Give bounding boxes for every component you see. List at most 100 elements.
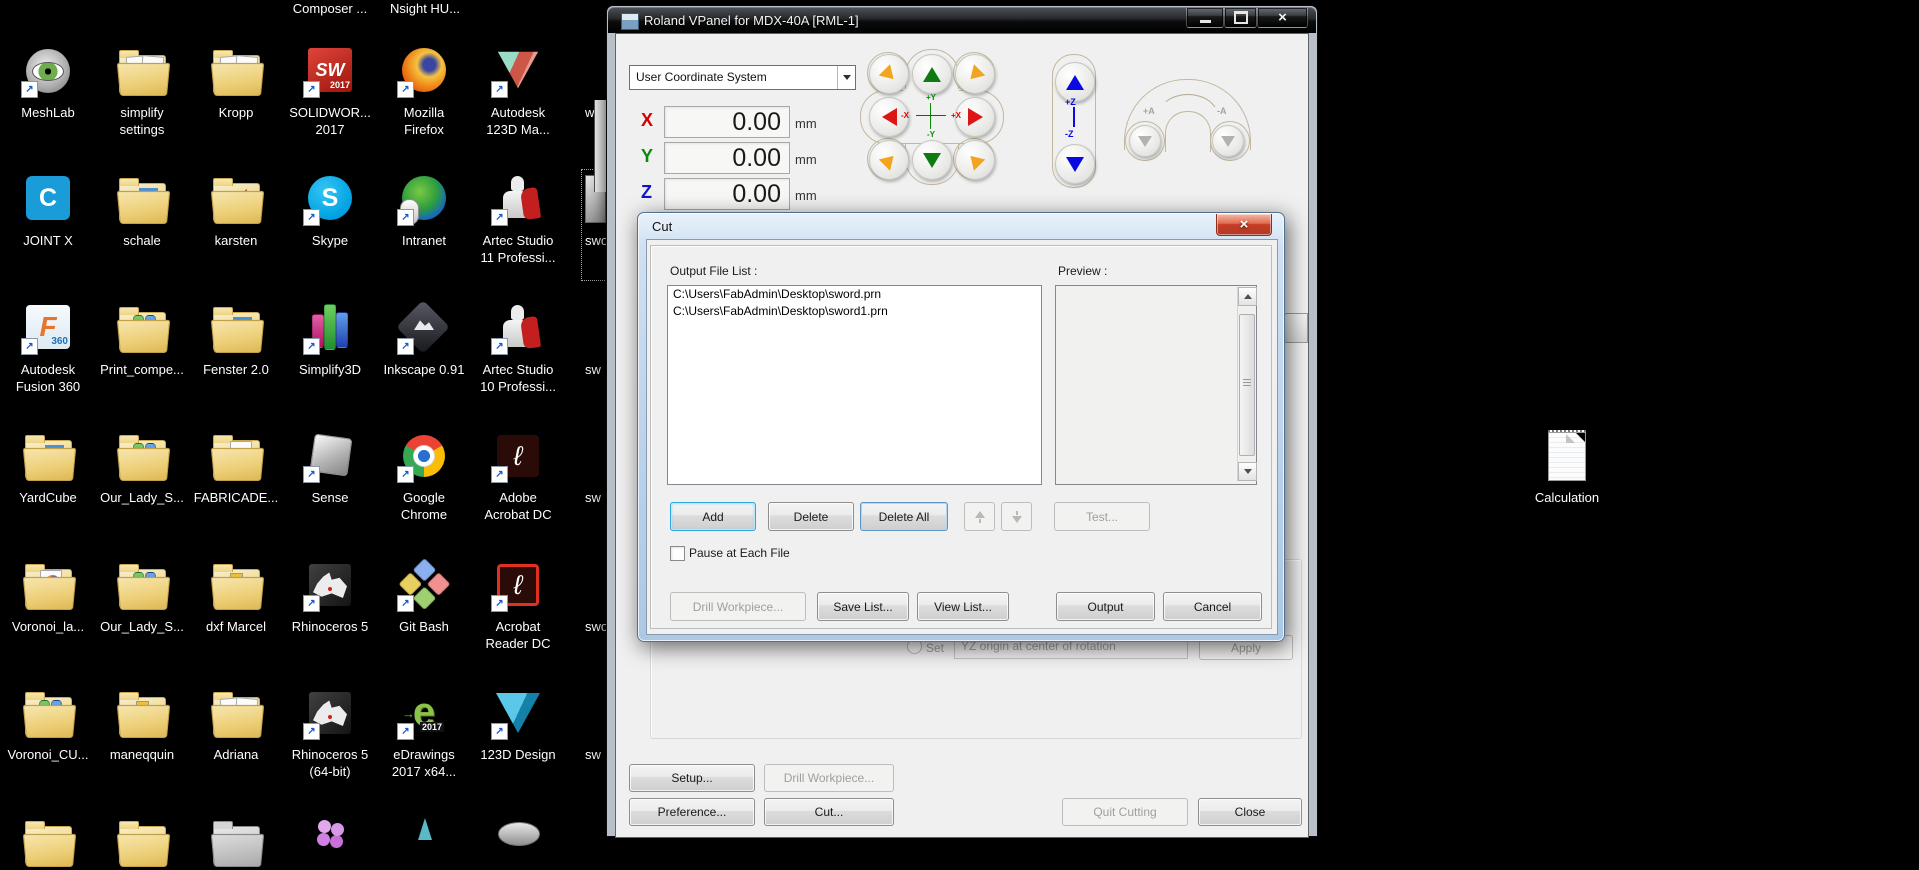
maximize-button[interactable] — [1224, 8, 1257, 28]
desktop-icon-our-lady-s[interactable]: Our_Lady_S... — [95, 428, 189, 506]
view-list-button[interactable]: View List... — [917, 592, 1009, 621]
desktop-icon-artec-studio-10-professi[interactable]: ↗ Artec Studio 10 Professi... — [471, 300, 565, 395]
file-list-item[interactable]: C:\Users\FabAdmin\Desktop\sword1.prn — [668, 303, 1041, 320]
desktop-icon-kropp[interactable]: Kropp — [189, 43, 283, 121]
desktop-icon-skype[interactable]: S ↗ Skype — [283, 171, 377, 249]
scrollbar-thumb[interactable] — [1239, 314, 1255, 456]
desktop-icon-label-partial[interactable]: swo — [585, 619, 608, 634]
vpanel-titlebar[interactable]: Roland VPanel for MDX-40A [RML-1] × — [608, 7, 1316, 33]
desktop-icon-adriana[interactable]: Adriana — [189, 685, 283, 763]
desktop-icon-calculation[interactable]: Calculation — [1520, 428, 1614, 506]
jog-x-plus-button[interactable] — [955, 97, 995, 137]
desktop-icon-acrobat-reader-dc[interactable]: ℓ ↗ Acrobat Reader DC — [471, 557, 565, 652]
desktop-icon-label: Calculation — [1534, 490, 1600, 505]
desktop-icon-rhinoceros-5[interactable]: ↗ Rhinoceros 5 — [283, 557, 377, 635]
desktop-icon-intranet[interactable]: ↗ Intranet — [377, 171, 471, 249]
cut-dialog-title: Cut — [652, 219, 673, 234]
desktop-icon-adobe-acrobat-dc[interactable]: ℓ ↗ Adobe Acrobat DC — [471, 428, 565, 523]
dropdown-button[interactable] — [837, 66, 855, 89]
move-up-button[interactable] — [964, 502, 995, 531]
desktop-icon-edrawings-2017-x64[interactable]: e 2017 → ↗ eDrawings 2017 x64... — [377, 685, 471, 780]
desktop-icon-folder[interactable] — [1, 814, 95, 870]
drill-workpiece-button[interactable]: Drill Workpiece... — [764, 764, 894, 792]
minimize-button[interactable] — [1186, 8, 1224, 28]
desktop-icon-print-compe[interactable]: Print_compe... — [95, 300, 189, 378]
desktop-icon-drop[interactable] — [377, 814, 471, 870]
quit-cutting-button[interactable]: Quit Cutting — [1062, 798, 1188, 826]
desktop-icon-simplify-settings[interactable]: simplify settings — [95, 43, 189, 138]
desktop-icon-yardcube[interactable]: YardCube — [1, 428, 95, 506]
desktop-icon-meshlab[interactable]: ↗ MeshLab — [1, 43, 95, 121]
desktop-icon-label: Inkscape 0.91 — [383, 362, 465, 377]
cancel-button[interactable]: Cancel — [1163, 592, 1262, 621]
preference-button[interactable]: Preference... — [629, 798, 755, 826]
desktop-icon-label-partial[interactable]: sw — [585, 747, 601, 762]
output-button[interactable]: Output — [1056, 592, 1155, 621]
desktop-icon-maneqquin[interactable]: maneqquin — [95, 685, 189, 763]
desktop-icon-autodesk-fusion-360[interactable]: F 360 ↗ Autodesk Fusion 360 — [1, 300, 95, 395]
delete-all-button[interactable]: Delete All — [860, 502, 948, 531]
test-button[interactable]: Test... — [1054, 502, 1150, 531]
desktop-icon-bowl[interactable] — [471, 814, 565, 870]
desktop-icon-dxf-marcel[interactable]: dxf Marcel — [189, 557, 283, 635]
cut-dialog-close-button[interactable]: × — [1216, 214, 1272, 236]
output-file-listbox[interactable]: C:\Users\FabAdmin\Desktop\sword.prn C:\U… — [667, 285, 1042, 485]
preview-scrollbar[interactable] — [1237, 287, 1257, 481]
desktop-icon-label: Google Chrome — [400, 490, 448, 522]
shortcut-arrow-icon: ↗ — [491, 723, 508, 740]
cut-button[interactable]: Cut... — [764, 798, 894, 826]
pause-checkbox[interactable] — [670, 546, 685, 561]
close-button[interactable]: × — [1257, 8, 1308, 28]
jog-y-plus-button[interactable] — [912, 54, 952, 94]
desktop-icon-git-bash[interactable]: ↗ Git Bash — [377, 557, 471, 635]
desktop-icon-sense[interactable]: ↗ Sense — [283, 428, 377, 506]
desktop-icon-mozilla-firefox[interactable]: ↗ Mozilla Firefox — [377, 43, 471, 138]
desktop-icon-label-partial[interactable]: sw — [585, 490, 601, 505]
axis-x-value: 0.00 — [732, 108, 781, 136]
desktop-icon-label-partial[interactable]: Nsight HU... — [360, 1, 490, 16]
jog-a-plus-button-disabled[interactable] — [1129, 125, 1161, 157]
scroll-up-button[interactable] — [1238, 287, 1257, 306]
setup-button[interactable]: Setup... — [629, 764, 755, 792]
desktop-icon-inkscape-0-91[interactable]: ↗ Inkscape 0.91 — [377, 300, 471, 378]
coordinate-system-select[interactable]: User Coordinate System — [629, 65, 856, 90]
jog-diagonal-up-right-button[interactable] — [955, 54, 995, 94]
desktop-icon-folder-grey[interactable] — [189, 814, 283, 870]
desktop-icon-google-chrome[interactable]: ↗ Google Chrome — [377, 428, 471, 523]
desktop-icon-voronoi-la[interactable]: Voronoi_la... — [1, 557, 95, 635]
close-vpanel-button[interactable]: Close — [1198, 798, 1302, 826]
desktop-icon-voronoi-cu[interactable]: Voronoi_CU... — [1, 685, 95, 763]
add-button[interactable]: Add — [670, 502, 756, 531]
save-list-button[interactable]: Save List... — [817, 592, 909, 621]
desktop-icon-flower[interactable] — [283, 814, 377, 870]
jog-diagonal-down-right-button[interactable] — [955, 140, 995, 180]
file-list-item[interactable]: C:\Users\FabAdmin\Desktop\sword.prn — [668, 286, 1041, 303]
desktop-icon-fenster-2-0[interactable]: Fenster 2.0 — [189, 300, 283, 378]
desktop-icon-joint-x[interactable]: C JOINT X — [1, 171, 95, 249]
jog-diagonal-up-left-button[interactable] — [869, 54, 909, 94]
shortcut-arrow-icon: ↗ — [397, 466, 414, 483]
desktop-icon-fabricade[interactable]: FABRICADE... — [189, 428, 283, 506]
desktop-icon-123d-design[interactable]: ↗ 123D Design — [471, 685, 565, 763]
apply-button-label: Apply — [1230, 640, 1262, 655]
desktop-icon-autodesk-123d-ma[interactable]: ↗ Autodesk 123D Ma... — [471, 43, 565, 138]
jog-diagonal-down-left-button[interactable] — [869, 140, 909, 180]
git-bash-icon: ↗ — [396, 557, 452, 613]
desktop-icon-solidwor-2017[interactable]: SW 2017 ↗ SOLIDWOR... 2017 — [283, 43, 377, 138]
delete-button[interactable]: Delete — [768, 502, 854, 531]
jog-z-plus-button[interactable] — [1055, 62, 1095, 102]
desktop-icon-karsten[interactable]: karsten — [189, 171, 283, 249]
drill-workpiece-dialog-button[interactable]: Drill Workpiece... — [670, 592, 806, 621]
desktop-icon-our-lady-s[interactable]: Our_Lady_S... — [95, 557, 189, 635]
jog-y-minus-button[interactable] — [912, 140, 952, 180]
desktop-icon-schale[interactable]: schale — [95, 171, 189, 249]
desktop-icon-artec-studio-11-professi[interactable]: ↗ Artec Studio 11 Professi... — [471, 171, 565, 266]
scroll-down-button[interactable] — [1238, 462, 1257, 481]
desktop-icon-simplify3d[interactable]: ↗ Simplify3D — [283, 300, 377, 378]
desktop-icon-folder[interactable] — [95, 814, 189, 870]
desktop-icon-rhinoceros-5-64-bit[interactable]: ↗ Rhinoceros 5 (64-bit) — [283, 685, 377, 780]
jog-a-minus-button-disabled[interactable] — [1212, 125, 1244, 157]
desktop-icon-label-partial[interactable]: sw — [585, 362, 601, 377]
move-down-button[interactable] — [1001, 502, 1032, 531]
jog-z-minus-button[interactable] — [1055, 144, 1095, 184]
